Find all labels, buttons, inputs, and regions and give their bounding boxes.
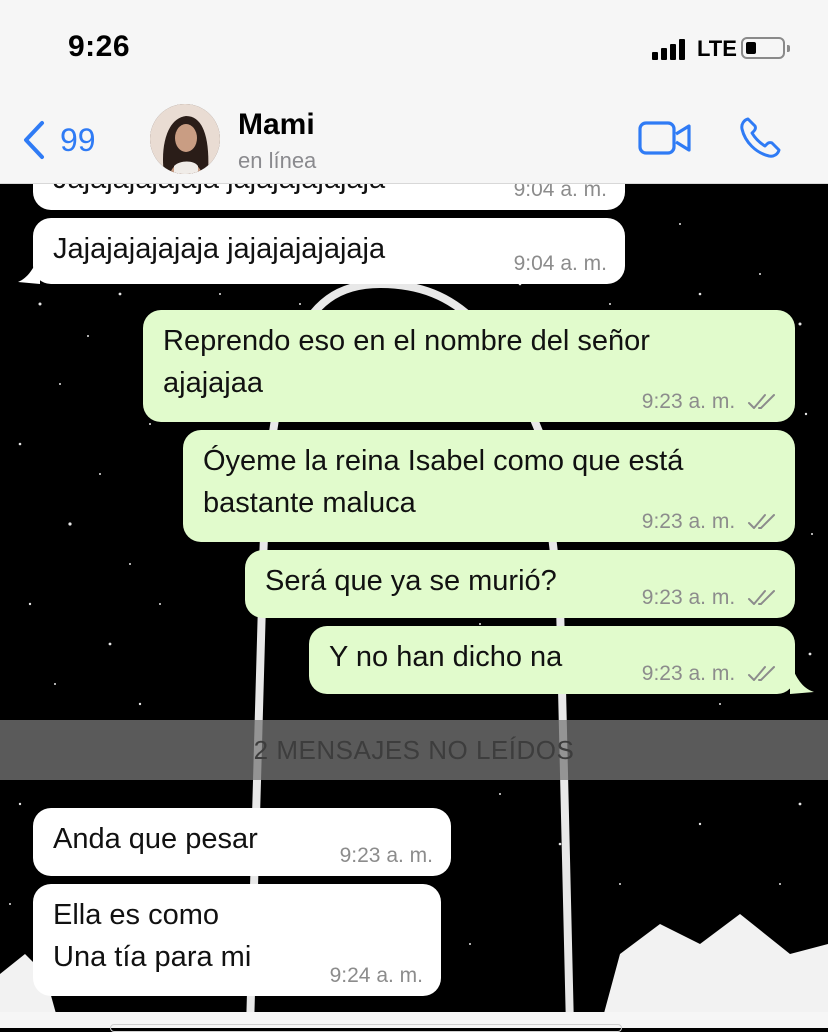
contact-name[interactable]: Mami xyxy=(238,108,315,142)
video-call-button[interactable] xyxy=(638,120,692,161)
message-time: 9:04 a. m. xyxy=(513,252,607,275)
status-time: 9:26 xyxy=(68,30,131,63)
message-time: 9:23 a. m. xyxy=(641,662,736,685)
message-outgoing[interactable]: Reprendo eso en el nombre del señor ajaj… xyxy=(143,310,795,422)
message-incoming[interactable]: Jajajajajajaja jajajajajajaja 9:04 a. m. xyxy=(33,184,625,210)
message-input-bar xyxy=(0,1012,828,1032)
message-incoming[interactable]: Jajajajajajaja jajajajajajaja 9:04 a. m. xyxy=(33,218,625,284)
contact-avatar[interactable] xyxy=(150,104,220,174)
message-text-line: Óyeme la reina Isabel como que está xyxy=(203,445,684,477)
battery-icon xyxy=(741,37,790,59)
double-check-icon xyxy=(748,394,775,410)
message-incoming[interactable]: Ella es como Una tía para mi 9:24 a. m. xyxy=(33,884,441,996)
message-time: 9:23 a. m. xyxy=(641,586,736,609)
message-outgoing[interactable]: Será que ya se murió? 9:23 a. m. xyxy=(245,550,795,618)
message-text: Jajajajajajaja jajajajajajaja xyxy=(53,233,386,265)
video-call-icon xyxy=(638,121,691,155)
message-text-line: Ella es como xyxy=(53,899,220,931)
phone-call-icon xyxy=(740,117,781,158)
message-time-row: 9:23 a. m. xyxy=(642,586,777,610)
double-check-icon xyxy=(748,666,775,682)
message-outgoing[interactable]: Óyeme la reina Isabel como que está bast… xyxy=(183,430,795,542)
back-unread-count: 99 xyxy=(60,121,96,158)
double-check-icon xyxy=(748,590,775,606)
message-text: Será que ya se murió? xyxy=(265,565,557,597)
message-text: Jajajajajajaja jajajajajajaja xyxy=(53,184,385,195)
bubble-tail-icon xyxy=(18,254,40,284)
double-check-icon xyxy=(748,514,775,530)
status-bar: 9:26 LTE xyxy=(0,0,828,92)
message-incoming[interactable]: Anda que pesar 9:23 a. m. xyxy=(33,808,451,876)
signal-icon xyxy=(652,38,692,60)
message-time-row: 9:23 a. m. xyxy=(642,390,777,414)
message-input[interactable] xyxy=(110,1024,622,1032)
unread-messages-banner: 2 MENSAJES NO LEÍDOS xyxy=(0,720,828,780)
message-outgoing[interactable]: Y no han dicho na 9:23 a. m. xyxy=(309,626,795,694)
bubble-tail-icon xyxy=(790,662,814,694)
back-chevron-icon xyxy=(24,121,44,159)
message-time: 9:04 a. m. xyxy=(513,184,607,201)
message-text: Anda que pesar xyxy=(53,823,258,855)
back-button[interactable]: 99 xyxy=(22,120,96,160)
message-time: 9:23 a. m. xyxy=(641,390,736,413)
phone-call-button[interactable] xyxy=(738,116,782,165)
message-time: 9:23 a. m. xyxy=(339,844,433,867)
message-text-line: Reprendo eso en el nombre del señor xyxy=(163,325,650,357)
network-label: LTE xyxy=(697,36,737,61)
message-time: 9:23 a. m. xyxy=(641,510,736,533)
chat-header: 99 Mami en línea xyxy=(0,92,828,184)
message-time-row: 9:23 a. m. xyxy=(642,662,777,686)
message-time-row: 9:23 a. m. xyxy=(642,510,777,534)
message-text: Y no han dicho na xyxy=(329,641,563,673)
contact-status: en línea xyxy=(238,148,317,173)
chat-area[interactable]: Jajajajajajaja jajajajajajaja 9:04 a. m.… xyxy=(0,184,828,1028)
message-time: 9:24 a. m. xyxy=(329,964,423,987)
